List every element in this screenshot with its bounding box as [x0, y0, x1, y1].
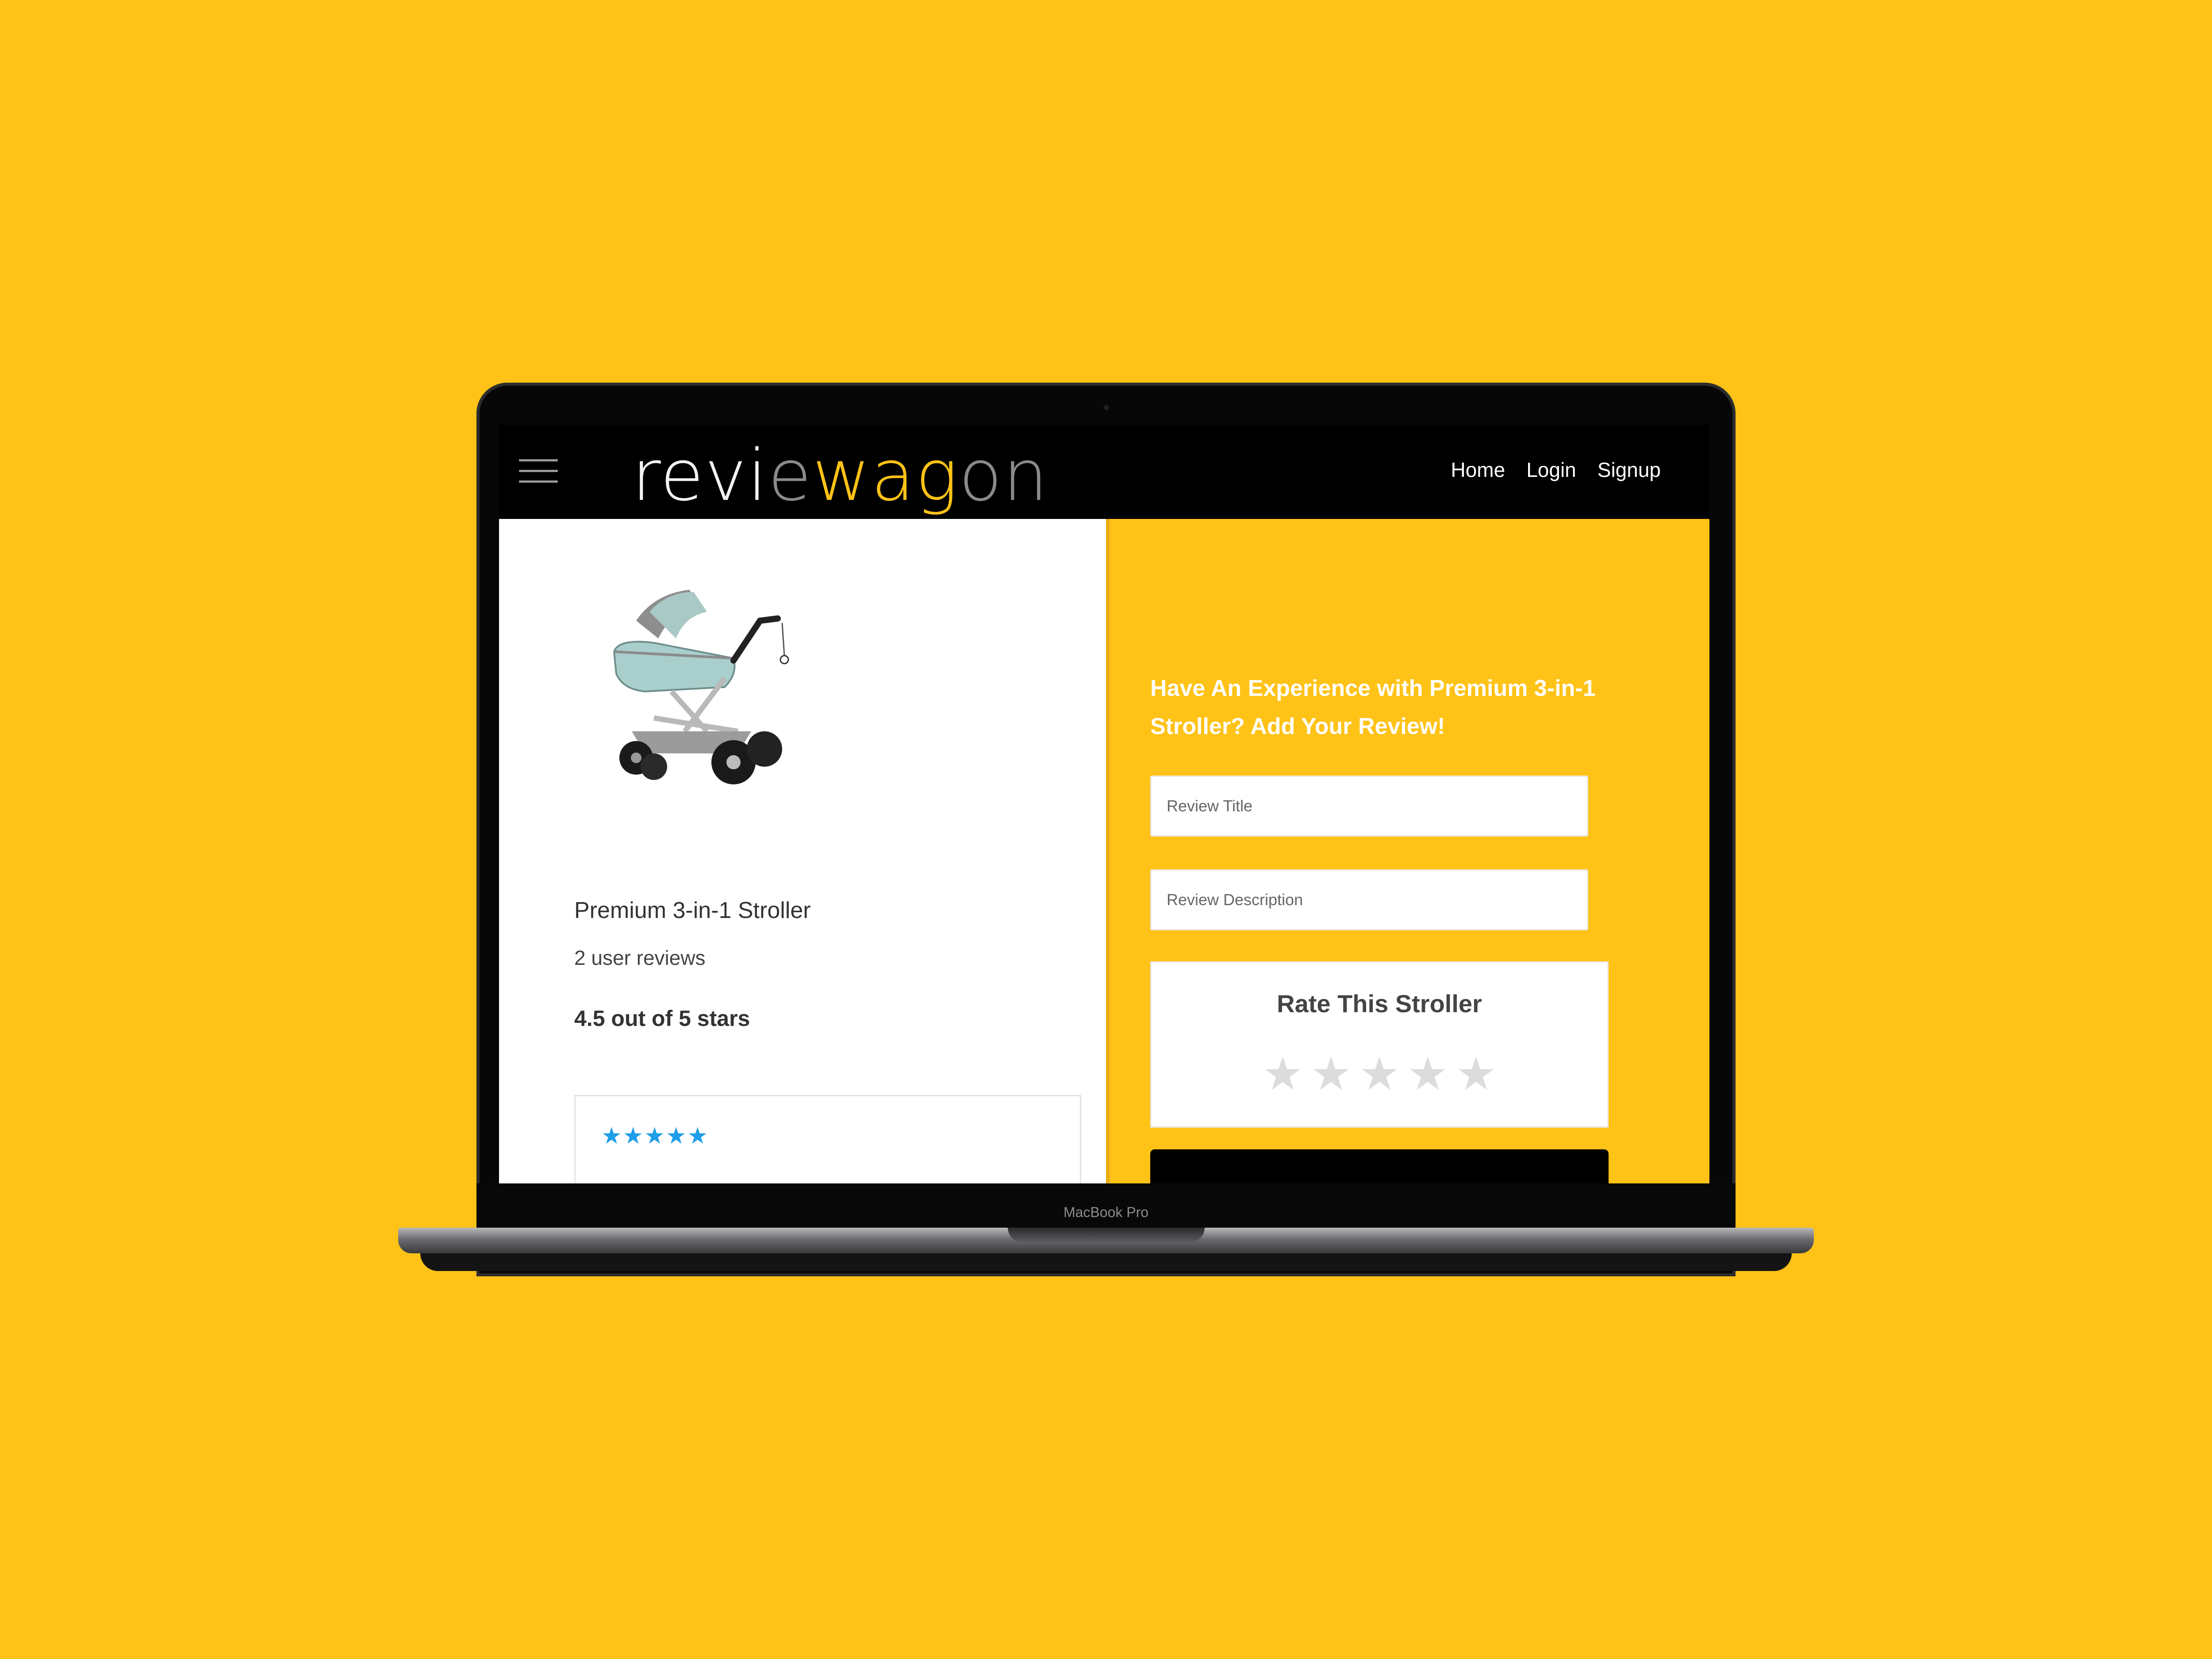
site-logo[interactable]: reviewagon [632, 434, 1049, 518]
star-icon[interactable]: ★ [1262, 1048, 1303, 1100]
menu-icon[interactable] [519, 459, 558, 485]
nav-signup-link[interactable]: Signup [1598, 458, 1661, 482]
nav-login-link[interactable]: Login [1526, 458, 1576, 482]
product-name: Premium 3-in-1 Stroller [574, 898, 811, 923]
star-icon[interactable]: ★ [1310, 1048, 1352, 1100]
app-header: reviewagon Home Login Signup [499, 425, 1709, 519]
product-panel: Premium 3-in-1 Stroller 2 user reviews 4… [499, 519, 1106, 1183]
review-form-panel: Have An Experience with Premium 3-in-1 S… [1106, 519, 1709, 1183]
laptop-feet [420, 1253, 1792, 1271]
stroller-image [613, 590, 789, 784]
rate-title: Rate This Stroller [1277, 990, 1482, 1018]
star-icon[interactable]: ★ [1455, 1048, 1497, 1100]
review-count: 2 user reviews [574, 946, 706, 969]
laptop-notch [1008, 1228, 1205, 1242]
submit-review-button[interactable] [1150, 1149, 1609, 1183]
review-form-heading: Have An Experience with Premium 3-in-1 S… [1150, 676, 1596, 739]
device-model-label: MacBook Pro [1063, 1204, 1149, 1220]
review-title-input[interactable] [1150, 776, 1588, 837]
rating-stars: ★ ★ ★ ★ ★ [1152, 1047, 1607, 1101]
camera-icon [1104, 405, 1109, 410]
top-nav: Home Login Signup [1451, 458, 1661, 482]
star-icon[interactable]: ★ [1407, 1048, 1448, 1100]
review-description-input[interactable] [1150, 869, 1588, 930]
panel-divider [1106, 519, 1110, 1183]
review-card: ★★★★★ [574, 1095, 1081, 1183]
nav-home-link[interactable]: Home [1451, 458, 1505, 482]
rating-box: Rate This Stroller ★ ★ ★ ★ ★ [1150, 961, 1609, 1128]
review-star-icons: ★★★★★ [601, 1123, 709, 1149]
laptop-screen: reviewagon Home Login Signup Premium 3-i… [499, 425, 1709, 1183]
average-rating: 4.5 out of 5 stars [574, 1006, 750, 1031]
star-icon[interactable]: ★ [1359, 1048, 1400, 1100]
